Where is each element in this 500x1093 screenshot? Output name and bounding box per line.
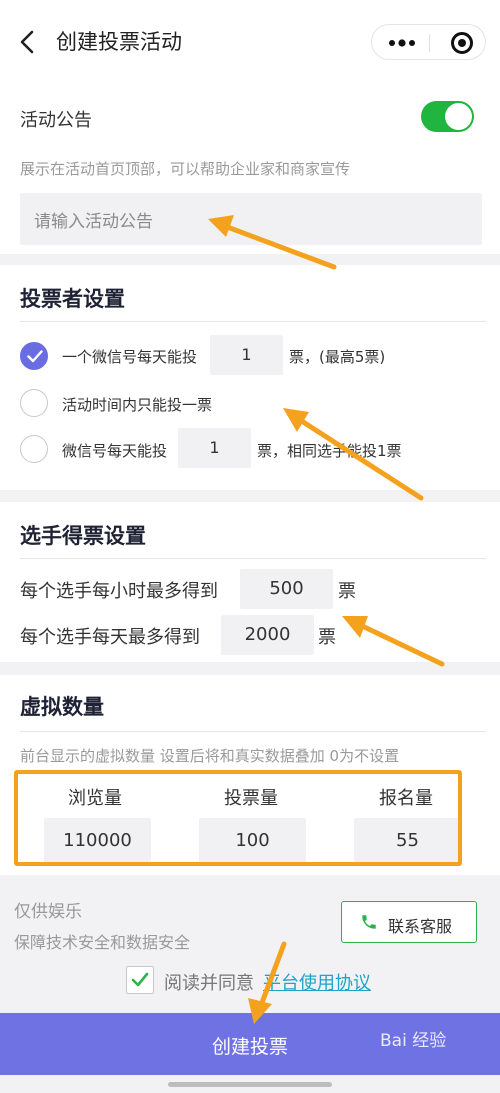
- security-note: 保障技术安全和数据安全: [14, 933, 191, 952]
- more-options-icon[interactable]: [388, 33, 416, 53]
- contact-support-button[interactable]: 联系客服: [341, 901, 477, 943]
- miniprogram-capsule: [371, 24, 486, 60]
- per-day-input[interactable]: 2000: [221, 615, 314, 655]
- capsule-divider: [429, 34, 430, 52]
- annotation-arrow-create: [248, 941, 287, 1024]
- radio-option-daily-limit[interactable]: [20, 342, 48, 370]
- voter-settings-title: 投票者设置: [20, 287, 125, 311]
- back-arrow-icon[interactable]: [16, 28, 40, 56]
- radio-option-per-candidate[interactable]: [20, 435, 48, 463]
- baidu-jingyan-watermark: Bai 经验: [380, 1031, 447, 1051]
- status-bar: [0, 0, 500, 12]
- per-day-label: 每个选手每天最多得到: [20, 627, 200, 648]
- annotation-arrow-candidate: [342, 616, 445, 667]
- daily-votes-input[interactable]: 1: [210, 335, 283, 375]
- option-label: 一个微信号每天能投: [62, 348, 198, 366]
- per-hour-input[interactable]: 500: [240, 569, 333, 609]
- announcement-label: 活动公告: [20, 110, 92, 131]
- option-suffix: 票，(最高5票): [289, 348, 386, 366]
- check-icon: [131, 972, 149, 987]
- announcement-hint: 展示在活动首页顶部，可以帮助企业家和商家宣传: [20, 160, 351, 178]
- annotation-arrow-announcement: [208, 215, 337, 270]
- option-label: 微信号每天能投: [62, 442, 168, 460]
- nav-bar: 创建投票活动: [0, 12, 500, 74]
- agree-text: 阅读并同意: [164, 973, 254, 994]
- per-hour-label: 每个选手每小时最多得到: [20, 581, 218, 602]
- entertainment-note: 仅供娱乐: [14, 902, 82, 922]
- section-divider: [20, 321, 486, 322]
- annotation-arrow-voter: [283, 408, 424, 501]
- close-miniprogram-icon[interactable]: [451, 32, 473, 54]
- virtual-numbers-title: 虚拟数量: [20, 695, 104, 719]
- per-day-unit: 票: [318, 627, 336, 648]
- per-candidate-votes-input[interactable]: 1: [178, 428, 251, 468]
- section-divider: [20, 558, 486, 559]
- page-title: 创建投票活动: [56, 30, 182, 54]
- annotation-highlight-box: [14, 770, 462, 866]
- announcement-placeholder: 请输入活动公告: [34, 212, 153, 232]
- radio-option-one-vote[interactable]: [20, 389, 48, 417]
- home-indicator: [168, 1082, 332, 1087]
- contact-support-label: 联系客服: [388, 917, 453, 936]
- per-hour-unit: 票: [338, 581, 356, 602]
- phone-icon: [362, 915, 376, 929]
- virtual-numbers-hint: 前台显示的虚拟数量 设置后将和真实数据叠加 0为不设置: [20, 747, 400, 765]
- candidate-settings-title: 选手得票设置: [20, 524, 146, 548]
- announcement-toggle[interactable]: [421, 101, 474, 132]
- agree-checkbox[interactable]: [126, 966, 154, 994]
- section-divider: [20, 731, 486, 732]
- option-label: 活动时间内只能投一票: [62, 396, 213, 414]
- check-icon: [27, 350, 43, 363]
